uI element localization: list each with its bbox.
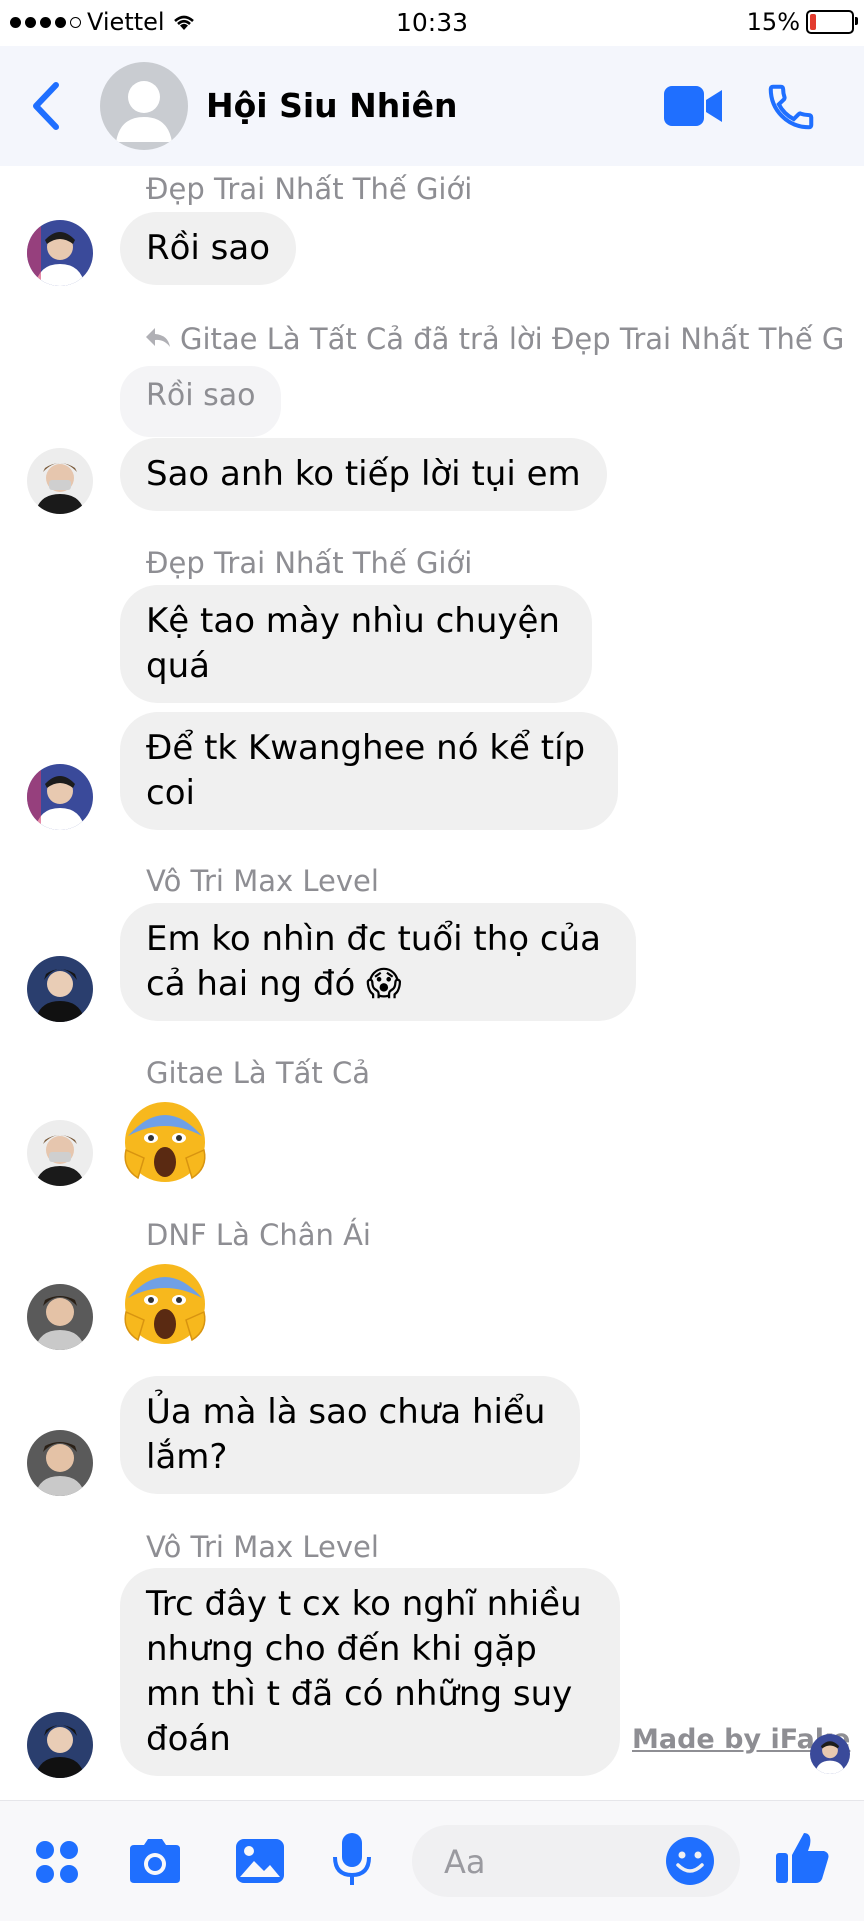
avatar[interactable] [27, 1120, 93, 1186]
image-icon[interactable] [234, 1837, 286, 1885]
message-bubble[interactable]: Em ko nhìn đc tuổi thọ của cả hai ng đó … [120, 903, 636, 1021]
conversation-title[interactable]: Hội Siu Nhiên [206, 86, 457, 125]
message-bubble[interactable]: Kệ tao mày nhìu chuyện quá [120, 585, 592, 703]
message-bubble[interactable]: Rồi sao [120, 212, 297, 285]
avatar[interactable] [27, 956, 93, 1022]
camera-icon[interactable] [126, 1837, 184, 1885]
battery-icon [806, 10, 858, 34]
battery-percent: 15% [746, 8, 800, 36]
chat-header: Hội Siu Nhiên [0, 46, 864, 166]
group-avatar[interactable] [100, 62, 188, 150]
avatar[interactable] [27, 1712, 93, 1778]
message-bubble[interactable]: Ủa mà là sao chưa hiểu lắm? [120, 1376, 580, 1494]
sender-name: Đẹp Trai Nhất Thế Giới [146, 172, 473, 206]
clock: 10:33 [395, 8, 469, 37]
screaming-face-emoji-icon[interactable] [120, 1096, 210, 1186]
screaming-face-emoji-icon[interactable] [120, 1258, 210, 1348]
sender-name: Gitae Là Tất Cả [146, 1056, 370, 1090]
message-input[interactable] [442, 1839, 646, 1885]
avatar[interactable] [27, 1430, 93, 1496]
emoji-icon[interactable] [664, 1835, 716, 1887]
quoted-message[interactable]: Rồi sao [120, 366, 282, 437]
composer-bar [0, 1800, 864, 1921]
sender-name: Đẹp Trai Nhất Thế Giới [146, 546, 473, 580]
status-bar: Viettel 10:33 15% [0, 0, 864, 46]
microphone-icon[interactable] [330, 1831, 374, 1889]
sender-name: Vô Tri Max Level [146, 864, 379, 898]
sender-name: DNF Là Chân Ái [146, 1218, 371, 1252]
apps-grid-icon[interactable] [34, 1839, 80, 1885]
avatar[interactable] [27, 764, 93, 830]
thumbs-up-icon[interactable] [772, 1827, 832, 1887]
message-input-container [412, 1825, 740, 1897]
message-bubble[interactable]: Để tk Kwanghee nó kể típ coi [120, 712, 618, 830]
avatar [810, 1734, 850, 1774]
avatar[interactable] [27, 1284, 93, 1350]
message-bubble[interactable]: Trc đây t cx ko nghĩ nhiều nhưng cho đến… [120, 1568, 620, 1776]
avatar[interactable] [27, 220, 93, 286]
message-bubble[interactable]: Sao anh ko tiếp lời tụi em [120, 438, 607, 511]
avatar[interactable] [27, 448, 93, 514]
sender-name: Vô Tri Max Level [146, 1530, 379, 1564]
default-user-icon [116, 81, 172, 142]
back-chevron-icon[interactable] [28, 80, 64, 132]
phone-icon[interactable] [764, 80, 818, 134]
reply-arrow-icon [146, 328, 170, 347]
video-call-icon[interactable] [662, 84, 724, 128]
reply-note: Gitae Là Tất Cả đã trả lời Đẹp Trai Nhất… [180, 322, 845, 356]
